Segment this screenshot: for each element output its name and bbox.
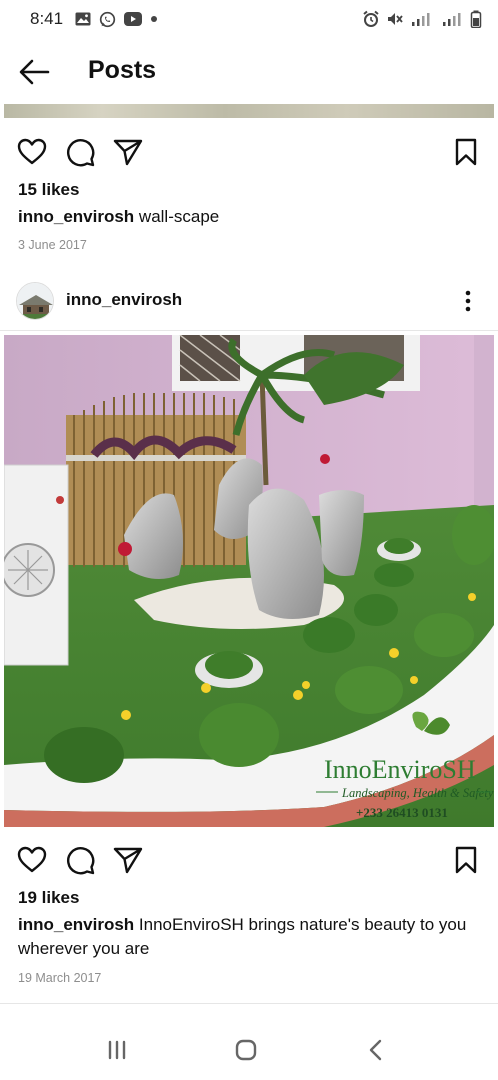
post2-date: 19 March 2017 (18, 971, 102, 985)
battery-icon (470, 10, 482, 28)
post1-date: 3 June 2017 (18, 238, 87, 252)
share-icon[interactable] (112, 136, 144, 168)
whatsapp-icon (99, 11, 116, 27)
status-left: 8:41 (30, 9, 158, 29)
avatar[interactable] (16, 282, 54, 320)
watermark-phone: +233 26413 0131 (356, 805, 448, 820)
youtube-icon (124, 12, 143, 26)
post2-header: inno_envirosh (0, 278, 498, 324)
share-icon[interactable] (112, 844, 144, 876)
comment-icon[interactable] (64, 844, 96, 876)
watermark-brand: InnoEnviroSH (324, 755, 476, 784)
bookmark-icon[interactable] (450, 136, 482, 168)
post2-username[interactable]: inno_envirosh (66, 290, 182, 310)
post1-caption: inno_envirosh wall-scape (18, 205, 488, 229)
post1-caption-text: wall-scape (138, 207, 220, 226)
home-icon[interactable] (230, 1034, 262, 1066)
post1-caption-username[interactable]: inno_envirosh (18, 207, 134, 226)
system-nav-bar (0, 1020, 498, 1080)
post1-likes-count[interactable]: 15 likes (18, 180, 79, 200)
top-bar: Posts (0, 44, 498, 100)
post2-likes-count[interactable]: 19 likes (18, 888, 79, 908)
mute-icon (388, 13, 403, 25)
arrow-left-icon[interactable] (18, 58, 50, 86)
divider (0, 330, 498, 331)
alarm-icon (363, 10, 379, 27)
post2-caption: inno_envirosh InnoEnviroSH brings nature… (18, 913, 488, 961)
signal-icon (443, 13, 461, 26)
dot-icon (151, 16, 158, 22)
heart-icon[interactable] (16, 136, 48, 168)
comment-icon[interactable] (64, 136, 96, 168)
status-bar: 8:41 (0, 0, 498, 38)
page-title: Posts (88, 56, 157, 84)
signal-icon (412, 13, 430, 26)
watermark-tagline: Landscaping, Health & Safety (341, 786, 494, 800)
post2-action-bar (0, 840, 498, 880)
more-options-icon[interactable] (458, 288, 478, 314)
recents-icon[interactable] (101, 1034, 133, 1066)
post1-action-bar (0, 132, 498, 172)
gallery-icon (75, 12, 91, 26)
divider (0, 1003, 498, 1004)
status-right (362, 10, 482, 28)
heart-icon[interactable] (16, 844, 48, 876)
bookmark-icon[interactable] (450, 844, 482, 876)
post2-image[interactable]: InnoEnviroSH Landscaping, Health & Safet… (4, 335, 494, 827)
status-time: 8:41 (30, 9, 64, 28)
post-image-partial[interactable] (4, 104, 494, 118)
back-icon[interactable] (360, 1034, 392, 1066)
post2-caption-username[interactable]: inno_envirosh (18, 915, 134, 934)
